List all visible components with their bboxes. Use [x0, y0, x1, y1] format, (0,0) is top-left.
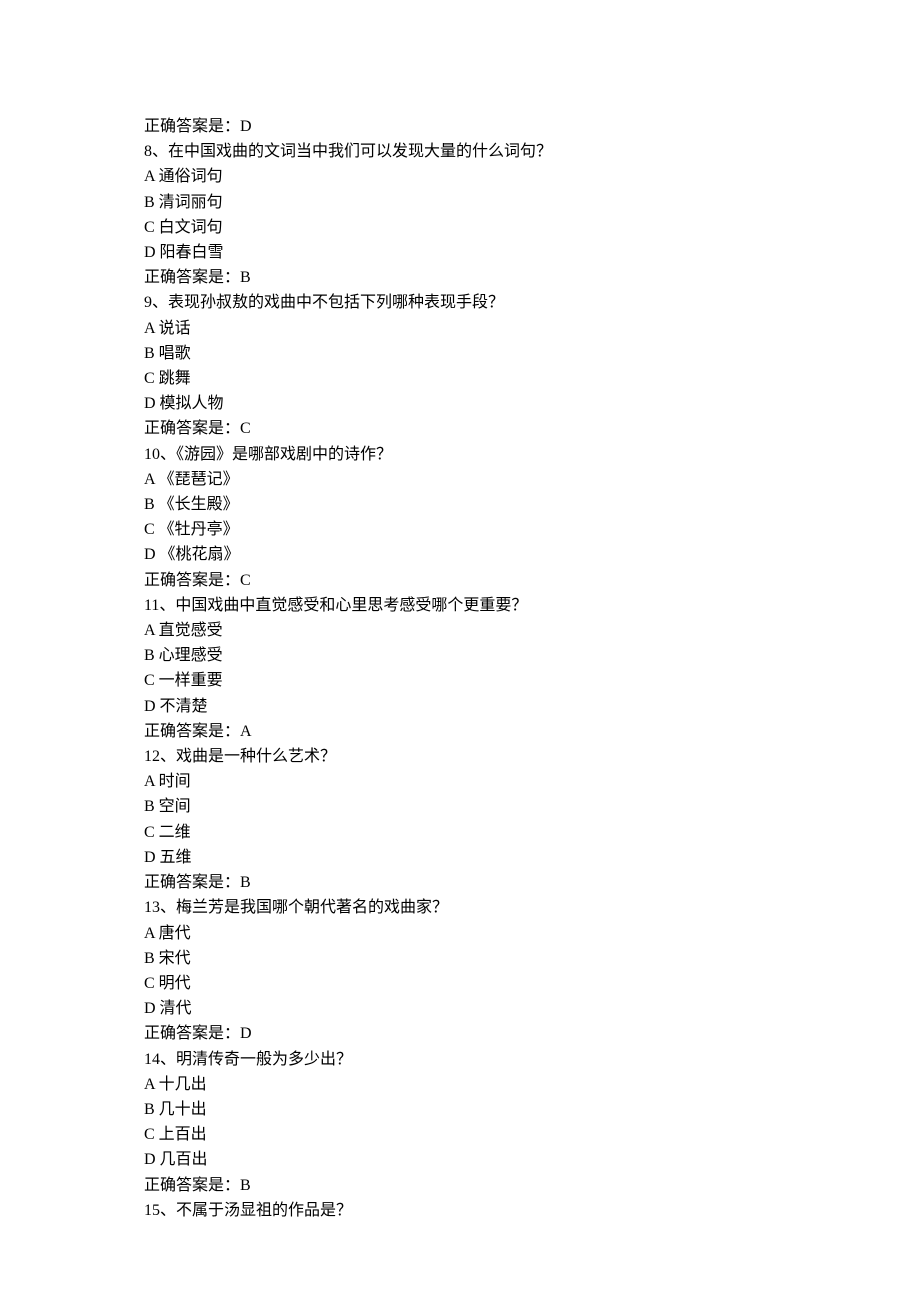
- option-line: A 时间: [144, 769, 920, 794]
- option-line: C 白文词句: [144, 215, 920, 240]
- answer-line: 正确答案是：D: [144, 1021, 920, 1046]
- option-line: A 唐代: [144, 921, 920, 946]
- option-line: D 清代: [144, 996, 920, 1021]
- question-text: 10、《游园》是哪部戏剧中的诗作？: [144, 442, 920, 467]
- answer-line: 正确答案是：A: [144, 719, 920, 744]
- option-line: C 明代: [144, 971, 920, 996]
- question-text: 11、中国戏曲中直觉感受和心里思考感受哪个更重要？: [144, 593, 920, 618]
- option-line: C 一样重要: [144, 668, 920, 693]
- question-text: 12、戏曲是一种什么艺术？: [144, 744, 920, 769]
- question-text: 13、梅兰芳是我国哪个朝代著名的戏曲家？: [144, 895, 920, 920]
- option-line: B 心理感受: [144, 643, 920, 668]
- answer-line: 正确答案是：B: [144, 265, 920, 290]
- option-line: C 二维: [144, 820, 920, 845]
- option-line: A 十几出: [144, 1072, 920, 1097]
- option-line: C 上百出: [144, 1122, 920, 1147]
- option-line: B 空间: [144, 794, 920, 819]
- option-line: D 不清楚: [144, 694, 920, 719]
- option-line: B 宋代: [144, 946, 920, 971]
- option-line: D 《桃花扇》: [144, 542, 920, 567]
- answer-line: 正确答案是：D: [144, 114, 920, 139]
- option-line: B 几十出: [144, 1097, 920, 1122]
- option-line: D 几百出: [144, 1147, 920, 1172]
- question-text: 15、不属于汤显祖的作品是？: [144, 1198, 920, 1223]
- option-line: D 五维: [144, 845, 920, 870]
- question-text: 8、在中国戏曲的文词当中我们可以发现大量的什么词句？: [144, 139, 920, 164]
- answer-line: 正确答案是：C: [144, 416, 920, 441]
- option-line: A 说话: [144, 316, 920, 341]
- option-line: A 《琵琶记》: [144, 467, 920, 492]
- option-line: B 唱歌: [144, 341, 920, 366]
- question-text: 14、明清传奇一般为多少出？: [144, 1047, 920, 1072]
- question-text: 9、表现孙叔敖的戏曲中不包括下列哪种表现手段？: [144, 290, 920, 315]
- option-line: C 《牡丹亭》: [144, 517, 920, 542]
- answer-line: 正确答案是：B: [144, 1173, 920, 1198]
- answer-line: 正确答案是：B: [144, 870, 920, 895]
- option-line: C 跳舞: [144, 366, 920, 391]
- answer-line: 正确答案是：C: [144, 568, 920, 593]
- option-line: D 阳春白雪: [144, 240, 920, 265]
- option-line: D 模拟人物: [144, 391, 920, 416]
- option-line: B 清词丽句: [144, 190, 920, 215]
- option-line: B 《长生殿》: [144, 492, 920, 517]
- option-line: A 直觉感受: [144, 618, 920, 643]
- option-line: A 通俗词句: [144, 164, 920, 189]
